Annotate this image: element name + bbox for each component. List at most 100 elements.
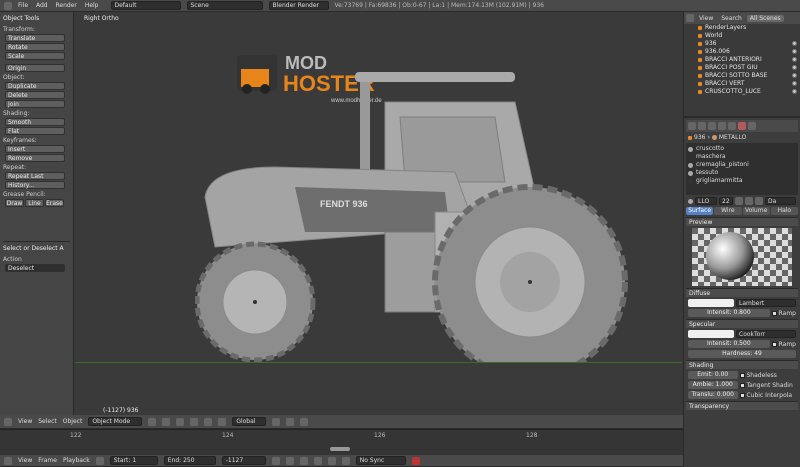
duplicate-button[interactable]: Duplicate (5, 82, 65, 90)
translate-manipulator-icon[interactable] (190, 417, 199, 426)
outliner-item[interactable]: CRUSCOTTO_LUCE ◉ (684, 88, 800, 96)
outliner-item[interactable]: BRACCI VERT ◉ (684, 80, 800, 88)
manipulator-icon[interactable] (176, 417, 185, 426)
current-frame-field[interactable]: -1127 (221, 456, 266, 465)
interaction-mode-select[interactable]: Object Mode (88, 417, 143, 426)
tractor-model[interactable]: FENDT 936 (195, 72, 675, 362)
sync-mode-select[interactable]: No Sync (355, 456, 406, 465)
scale-manipulator-icon[interactable] (218, 417, 227, 426)
object-tab-icon[interactable] (718, 122, 726, 130)
timeline-menu-view[interactable]: View (18, 457, 32, 464)
material-browse-icon[interactable] (688, 198, 693, 204)
list-item[interactable]: tessuto (688, 169, 796, 177)
layer-buttons-icon[interactable] (272, 417, 281, 426)
outliner-item[interactable]: 936.006 ◉ (684, 48, 800, 56)
flat-button[interactable]: Flat (5, 127, 65, 135)
smooth-button[interactable]: Smooth (5, 118, 65, 126)
transparency-panel-header[interactable]: Transparency (686, 401, 798, 410)
menu-object[interactable]: Object (63, 418, 83, 425)
repeat-last-button[interactable]: Repeat Last (5, 172, 65, 180)
3d-view-editor-icon[interactable] (4, 417, 12, 426)
action-select[interactable]: Deselect (5, 264, 65, 272)
list-item[interactable]: cremaglia_pistoni (688, 161, 796, 169)
jump-start-icon[interactable] (271, 456, 280, 465)
outliner-item[interactable]: RenderLayers (684, 24, 800, 32)
remove-keyframe-button[interactable]: Remove (5, 154, 65, 162)
visibility-icon[interactable]: ◉ (792, 72, 800, 80)
translate-button[interactable]: Translate (5, 34, 65, 42)
play-icon[interactable] (313, 456, 322, 465)
scene-select[interactable]: Scene (186, 1, 263, 10)
preview-range-icon[interactable] (95, 456, 104, 465)
diffuse-color-swatch[interactable] (688, 299, 734, 307)
emit-field[interactable]: Emit: 0.00 (688, 371, 738, 379)
menu-file[interactable]: File (18, 2, 28, 9)
visibility-icon[interactable]: ◉ (792, 88, 800, 96)
material-name-field[interactable]: LLO (695, 197, 717, 205)
scene-tab-icon[interactable] (698, 122, 706, 130)
menu-add[interactable]: Add (36, 2, 48, 9)
shading-panel-header[interactable]: Shading (686, 360, 798, 369)
ambient-field[interactable]: Ambie: 1.000 (688, 381, 738, 389)
join-button[interactable]: Join (5, 100, 65, 108)
menu-render[interactable]: Render (56, 2, 77, 9)
visibility-icon[interactable]: ◉ (792, 64, 800, 72)
rotate-button[interactable]: Rotate (5, 43, 65, 51)
render-preview-icon[interactable] (300, 417, 309, 426)
specular-panel-header[interactable]: Specular (686, 319, 798, 328)
material-users-count[interactable]: 22 (719, 197, 733, 205)
visibility-icon[interactable]: ◉ (792, 80, 800, 88)
end-frame-field[interactable]: End: 250 (163, 456, 216, 465)
tab-surface[interactable]: Surface (686, 207, 714, 215)
outliner-editor-icon[interactable] (686, 14, 694, 22)
prev-keyframe-icon[interactable] (285, 456, 294, 465)
pivot-point-icon[interactable] (162, 417, 171, 426)
jump-end-icon[interactable] (341, 456, 350, 465)
render-engine-select[interactable]: Blender Render (268, 1, 329, 10)
render-tab-icon[interactable] (688, 122, 696, 130)
list-item[interactable]: maschera (688, 153, 796, 161)
add-material-icon[interactable] (745, 197, 753, 205)
outliner-item[interactable]: BRACCI SOTTO BASE ◉ (684, 72, 800, 80)
diffuse-ramp-checkbox[interactable] (771, 310, 777, 316)
scale-button[interactable]: Scale (5, 52, 65, 60)
menu-view[interactable]: View (18, 418, 32, 425)
tab-halo[interactable]: Halo (770, 207, 798, 215)
preview-panel-header[interactable]: Preview (686, 217, 798, 226)
visibility-icon[interactable]: ◉ (792, 56, 800, 64)
timeline[interactable]: 122 124 126 128 (0, 429, 683, 455)
outliner-display-select[interactable]: All Scenes (746, 14, 784, 22)
diffuse-panel-header[interactable]: Diffuse (686, 288, 798, 297)
visibility-icon[interactable]: ◉ (792, 48, 800, 56)
start-frame-field[interactable]: Start: 1 (109, 456, 158, 465)
diffuse-intensity-field[interactable]: Intensit: 0.800 (688, 309, 770, 317)
record-icon[interactable] (411, 456, 420, 465)
insert-keyframe-button[interactable]: Insert (5, 145, 65, 153)
timeline-editor-icon[interactable] (4, 456, 12, 465)
tab-wire[interactable]: Wire (714, 207, 742, 215)
delete-button[interactable]: Delete (5, 91, 65, 99)
specular-intensity-field[interactable]: Intensit: 0.500 (688, 340, 770, 348)
tangent-shading-checkbox[interactable] (739, 382, 745, 388)
specular-ramp-checkbox[interactable] (771, 341, 777, 347)
timeline-menu-playback[interactable]: Playback (63, 457, 90, 464)
play-reverse-icon[interactable] (299, 456, 308, 465)
texture-tab-icon[interactable] (748, 122, 756, 130)
menu-select[interactable]: Select (38, 418, 57, 425)
cubic-interpolation-checkbox[interactable] (739, 392, 745, 398)
translucency-field[interactable]: Translu: 0.000 (688, 391, 738, 399)
list-item[interactable]: cruscotto (688, 145, 796, 153)
object-tools-header[interactable]: Object Tools (3, 14, 70, 24)
modifier-tab-icon[interactable] (728, 122, 736, 130)
menu-help[interactable]: Help (85, 2, 99, 9)
specular-color-swatch[interactable] (688, 330, 734, 338)
world-tab-icon[interactable] (708, 122, 716, 130)
hardness-field[interactable]: Hardness: 49 (688, 350, 796, 358)
origin-button[interactable]: Origin (5, 64, 65, 72)
snap-icon[interactable] (286, 417, 295, 426)
unlink-icon[interactable] (755, 197, 763, 205)
material-slot-list[interactable]: cruscotto maschera cremaglia_pistoni tes… (686, 143, 798, 195)
timeline-scrollbar[interactable] (330, 447, 350, 451)
line-button[interactable]: Line (25, 199, 44, 207)
material-tab-icon[interactable] (738, 122, 746, 130)
